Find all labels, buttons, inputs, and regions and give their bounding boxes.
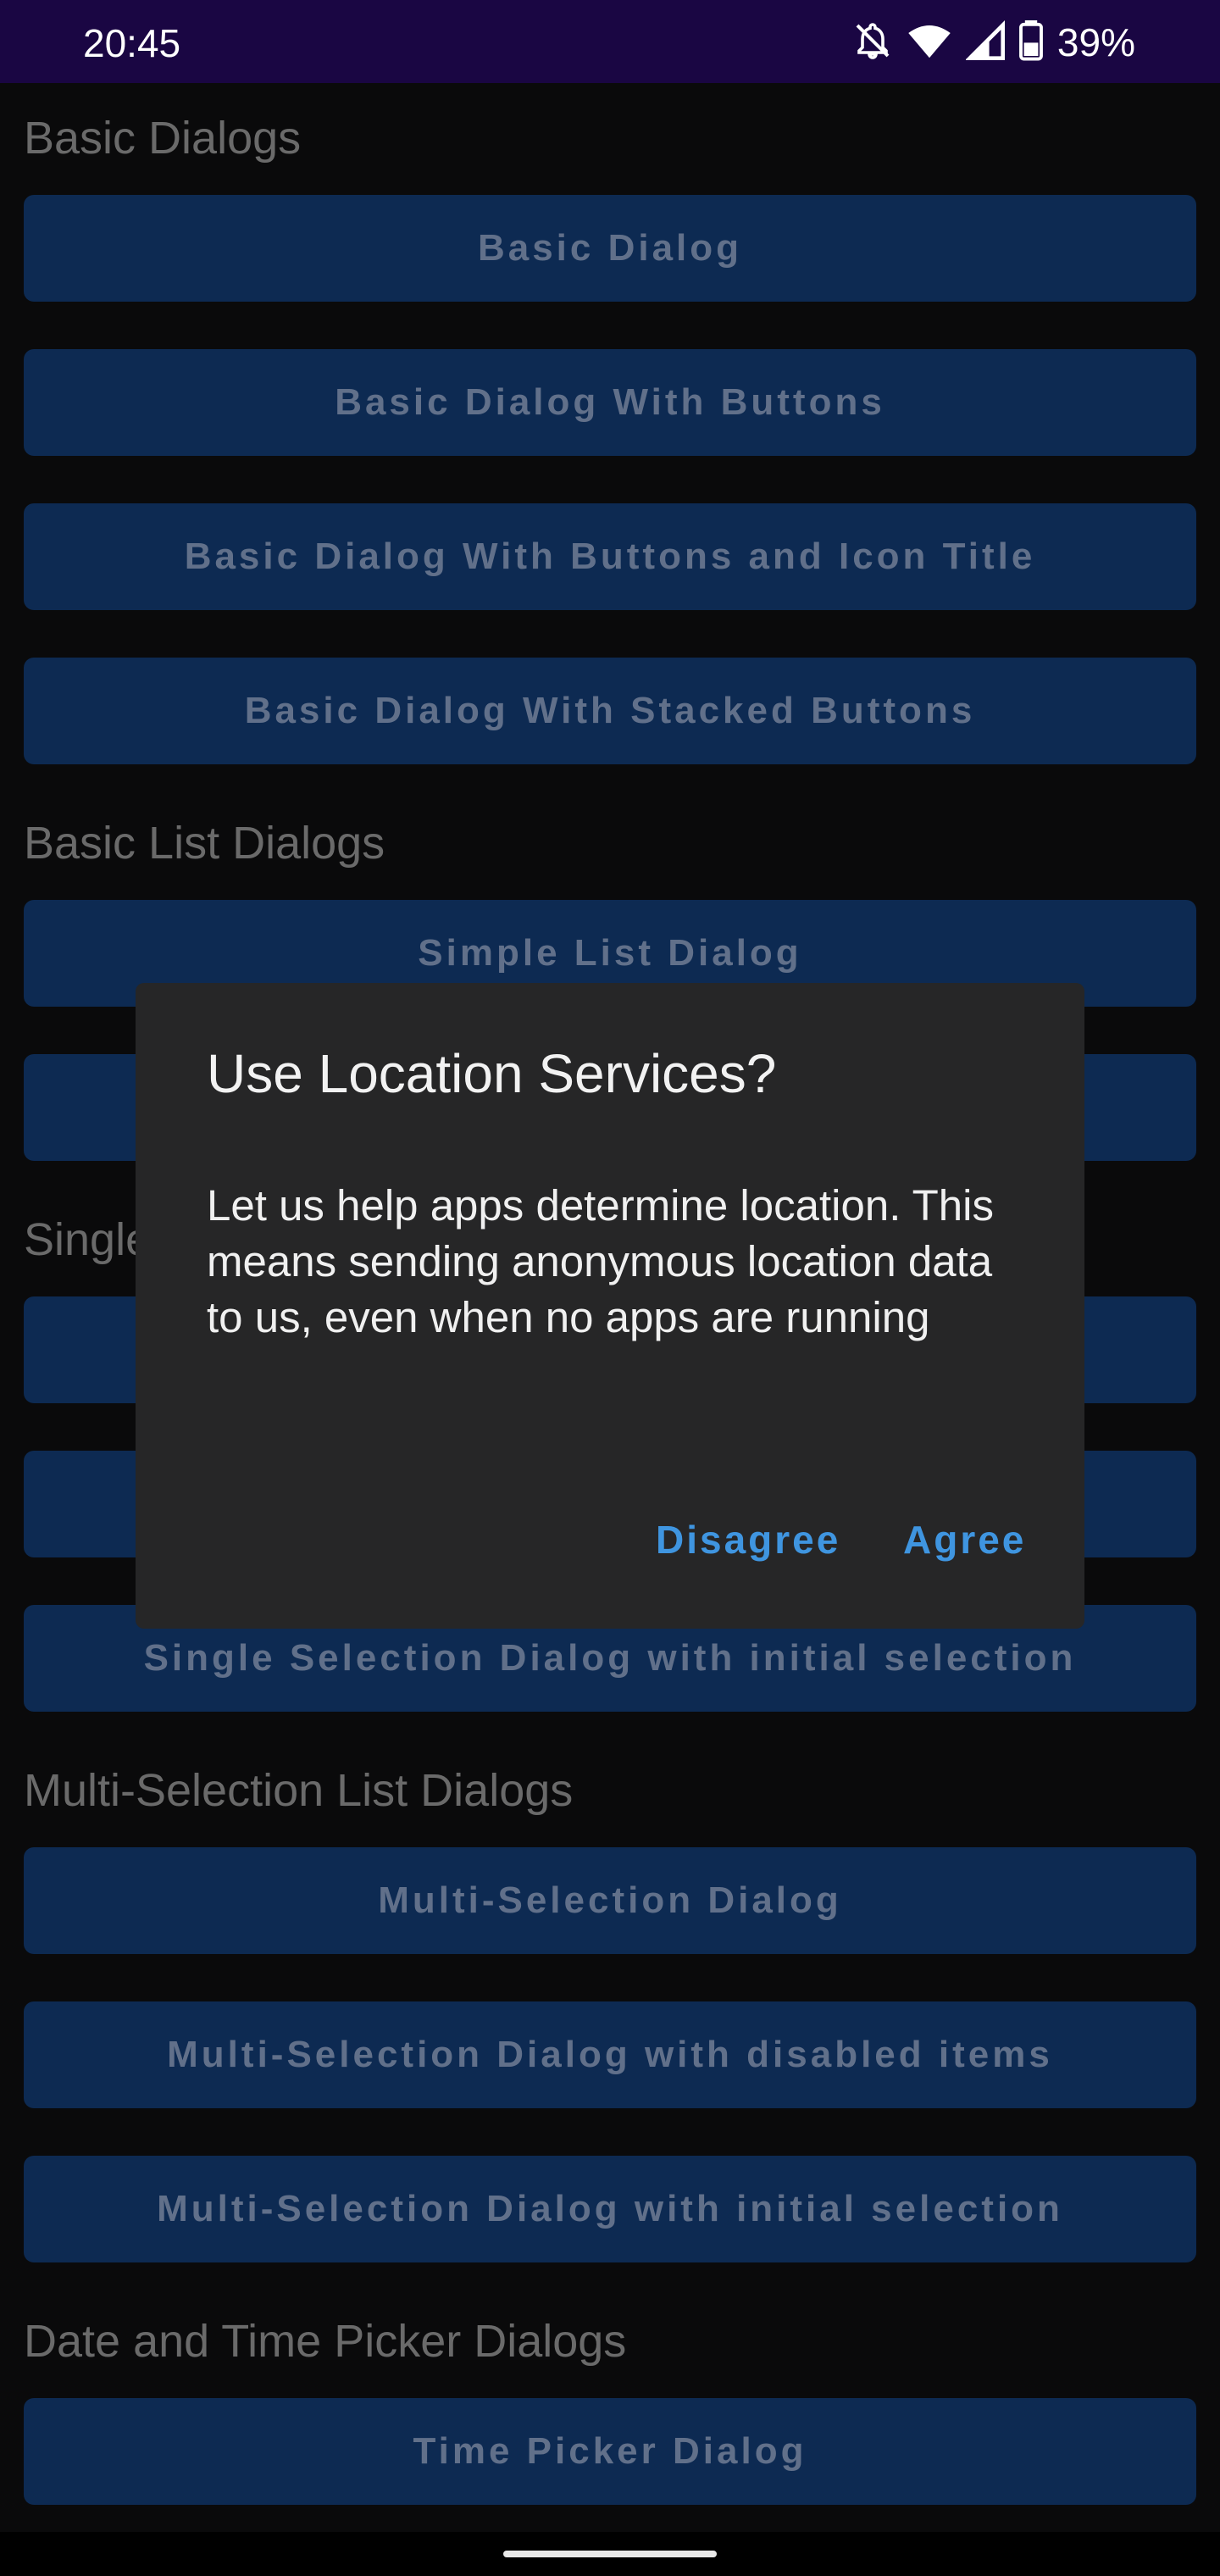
multi-selection-dialog-button[interactable]: Multi-Selection Dialog <box>24 1847 1196 1954</box>
home-handle[interactable] <box>503 2551 717 2557</box>
basic-dialog-stacked-buttons-button[interactable]: Basic Dialog With Stacked Buttons <box>24 658 1196 764</box>
section-single-selection: Single <box>24 1214 152 1265</box>
multi-selection-disabled-items-button[interactable]: Multi-Selection Dialog with disabled ite… <box>24 2001 1196 2108</box>
status-icons: 39% <box>852 19 1135 66</box>
section-multi-selection: Multi-Selection List Dialogs <box>24 1765 574 1816</box>
multi-selection-initial-button[interactable]: Multi-Selection Dialog with initial sele… <box>24 2156 1196 2262</box>
navigation-bar <box>0 2532 1220 2576</box>
wifi-icon <box>907 20 952 65</box>
bell-off-icon <box>852 20 893 65</box>
basic-dialog-with-buttons-button[interactable]: Basic Dialog With Buttons <box>24 349 1196 456</box>
basic-dialog-icon-title-button[interactable]: Basic Dialog With Buttons and Icon Title <box>24 503 1196 610</box>
dialog-message: Let us help apps determine location. Thi… <box>207 1181 994 1341</box>
cell-signal-icon <box>964 19 1005 65</box>
location-services-dialog: Use Location Services? Let us help apps … <box>136 983 1084 1629</box>
dialog-title: Use Location Services? <box>207 1043 777 1104</box>
battery-icon <box>1018 19 1044 65</box>
time-picker-dialog-button[interactable]: Time Picker Dialog <box>24 2398 1196 2505</box>
status-time: 20:45 <box>83 21 181 65</box>
basic-dialog-button[interactable]: Basic Dialog <box>24 195 1196 302</box>
disagree-button[interactable]: Disagree <box>656 1517 840 1563</box>
section-date-time-pickers: Date and Time Picker Dialogs <box>24 2316 627 2367</box>
status-bar: 20:45 39% <box>0 0 1220 83</box>
agree-button[interactable]: Agree <box>903 1517 1026 1563</box>
section-basic-dialogs: Basic Dialogs <box>24 113 302 164</box>
section-basic-list-dialogs: Basic List Dialogs <box>24 818 385 869</box>
battery-percent: 39% <box>1056 20 1135 64</box>
